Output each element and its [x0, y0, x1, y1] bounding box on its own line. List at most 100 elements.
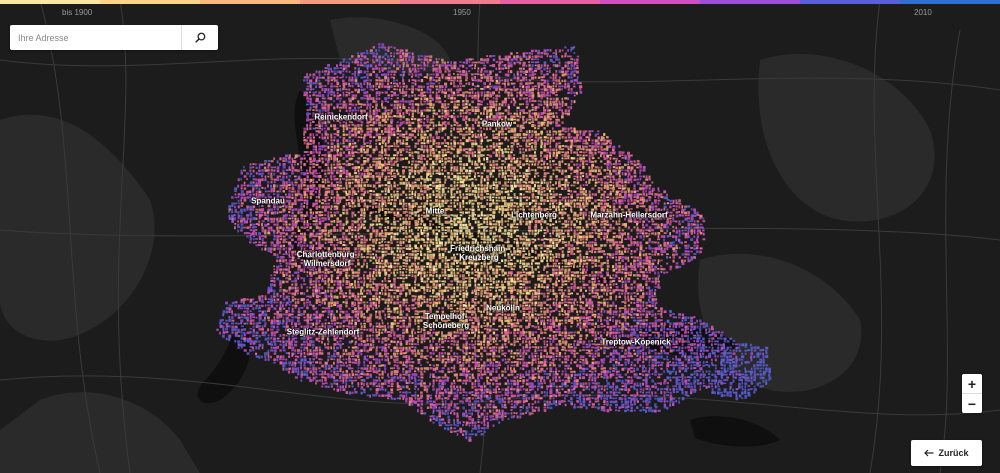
building-footprint	[594, 169, 597, 173]
building-footprint	[513, 139, 517, 143]
building-footprint	[540, 136, 543, 139]
building-footprint	[534, 184, 536, 188]
building-footprint	[507, 169, 511, 172]
building-footprint	[630, 199, 633, 202]
building-footprint	[387, 82, 390, 85]
building-footprint	[642, 181, 646, 185]
building-footprint	[366, 151, 369, 154]
building-footprint	[312, 187, 315, 190]
building-footprint	[312, 181, 315, 184]
building-footprint	[330, 148, 333, 152]
building-footprint	[375, 55, 378, 59]
building-footprint	[561, 79, 564, 83]
building-footprint	[573, 202, 576, 206]
building-footprint	[432, 73, 435, 76]
building-footprint	[345, 211, 349, 215]
building-footprint	[333, 145, 336, 149]
building-footprint	[528, 67, 532, 71]
building-footprint	[498, 220, 501, 223]
building-footprint	[249, 217, 253, 221]
building-footprint	[291, 229, 294, 232]
building-footprint	[354, 145, 358, 148]
building-footprint	[312, 202, 316, 206]
building-footprint	[273, 157, 276, 161]
building-footprint	[573, 58, 576, 61]
building-footprint	[414, 220, 418, 224]
building-footprint	[435, 130, 438, 134]
building-footprint	[444, 151, 447, 154]
building-footprint	[396, 184, 399, 187]
building-footprint	[429, 169, 432, 172]
building-footprint	[447, 199, 450, 202]
building-footprint	[453, 109, 455, 112]
building-footprint	[594, 139, 598, 142]
building-footprint	[585, 145, 588, 148]
building-footprint	[327, 160, 330, 164]
building-footprint	[348, 58, 352, 61]
building-footprint	[399, 181, 403, 185]
building-footprint	[423, 148, 426, 152]
building-footprint	[579, 208, 583, 211]
building-footprint	[333, 187, 337, 191]
building-footprint	[351, 154, 355, 157]
building-footprint	[243, 166, 245, 169]
building-footprint	[438, 178, 441, 181]
building-footprint	[414, 127, 417, 131]
building-footprint	[237, 217, 240, 220]
building-footprint	[408, 205, 412, 209]
building-footprint	[324, 154, 327, 157]
building-footprint	[336, 211, 340, 214]
building-footprint	[393, 130, 396, 134]
building-footprint	[270, 229, 274, 232]
building-footprint	[450, 208, 453, 211]
building-footprint	[654, 199, 657, 202]
building-footprint	[270, 169, 274, 172]
building-footprint	[531, 124, 535, 128]
building-footprint	[564, 52, 567, 56]
building-footprint	[567, 70, 570, 73]
map-canvas[interactable]	[0, 0, 1000, 473]
building-footprint	[498, 172, 501, 175]
building-footprint	[492, 94, 494, 96]
building-footprint	[687, 220, 691, 223]
building-footprint	[240, 214, 243, 218]
building-footprint	[276, 223, 279, 226]
building-footprint	[432, 124, 435, 128]
building-footprint	[498, 79, 501, 83]
building-footprint	[369, 142, 372, 145]
building-footprint	[501, 88, 504, 92]
building-footprint	[471, 151, 474, 155]
building-footprint	[246, 172, 249, 175]
building-footprint	[675, 202, 679, 205]
building-footprint	[492, 64, 496, 68]
building-footprint	[576, 58, 579, 61]
building-footprint	[270, 184, 273, 188]
building-footprint	[537, 172, 540, 174]
building-footprint	[339, 136, 342, 139]
building-footprint	[630, 163, 634, 165]
building-footprint	[414, 94, 417, 97]
building-footprint	[465, 151, 469, 154]
building-footprint	[402, 70, 406, 74]
building-footprint	[612, 190, 615, 193]
building-footprint	[495, 166, 499, 170]
building-footprint	[504, 103, 507, 107]
building-footprint	[513, 172, 516, 176]
building-footprint	[522, 52, 526, 56]
building-footprint	[348, 88, 351, 91]
building-footprint	[354, 67, 357, 70]
building-footprint	[390, 226, 393, 230]
building-footprint	[507, 166, 511, 169]
building-footprint	[651, 202, 654, 205]
building-footprint	[393, 88, 396, 91]
building-footprint	[249, 166, 253, 169]
building-footprint	[477, 130, 480, 132]
building-footprint	[261, 211, 264, 214]
building-footprint	[546, 106, 549, 109]
building-footprint	[438, 145, 441, 148]
building-footprint	[339, 196, 343, 200]
building-footprint	[582, 139, 586, 142]
building-footprint	[429, 202, 433, 206]
building-footprint	[513, 82, 516, 85]
building-footprint	[342, 169, 346, 173]
